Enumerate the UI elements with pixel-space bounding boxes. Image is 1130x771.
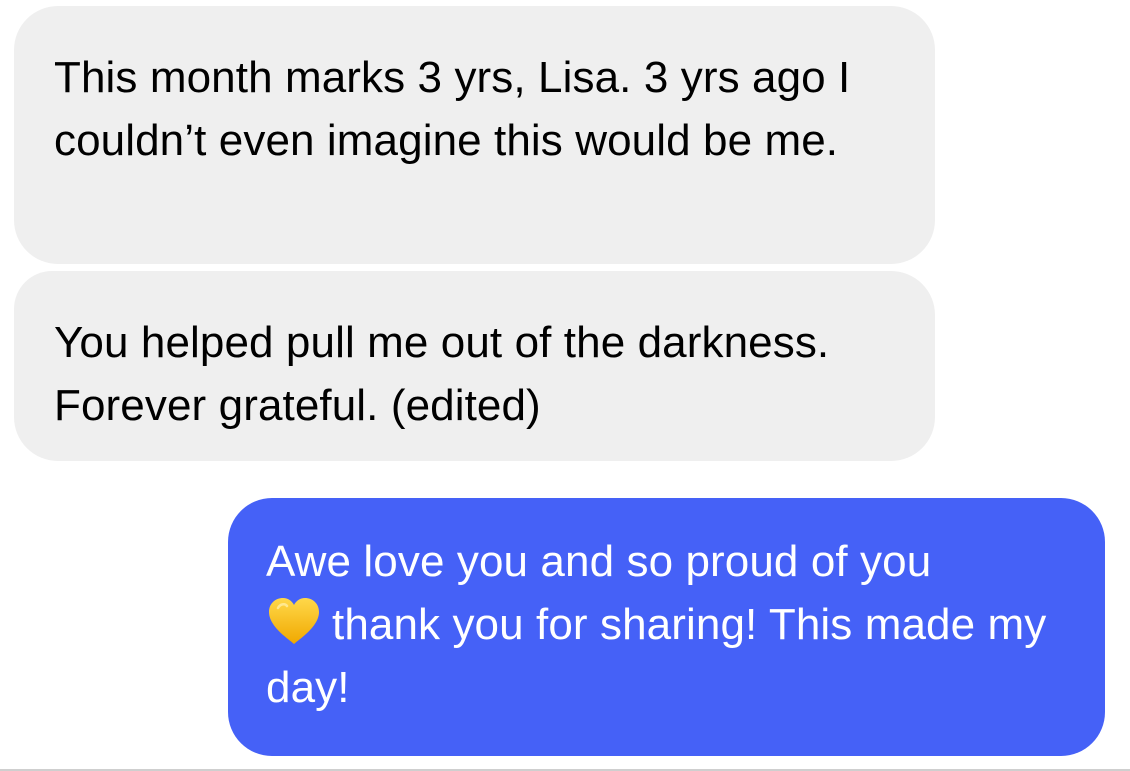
- outgoing-message-bubble[interactable]: Awe love you and so proud of you thank y…: [228, 498, 1105, 756]
- message-text: This month marks 3 yrs, Lisa. 3 yrs ago …: [54, 53, 851, 165]
- message-text: thank you for sharing! This made my day!: [266, 600, 1047, 712]
- message-text: You helped pull me out of the darkness. …: [54, 318, 830, 430]
- message-text: Awe love you and so proud of you: [266, 537, 932, 586]
- incoming-message-bubble[interactable]: You helped pull me out of the darkness. …: [14, 271, 935, 461]
- incoming-message-bubble[interactable]: This month marks 3 yrs, Lisa. 3 yrs ago …: [14, 6, 935, 264]
- yellow-heart-icon: [269, 598, 319, 644]
